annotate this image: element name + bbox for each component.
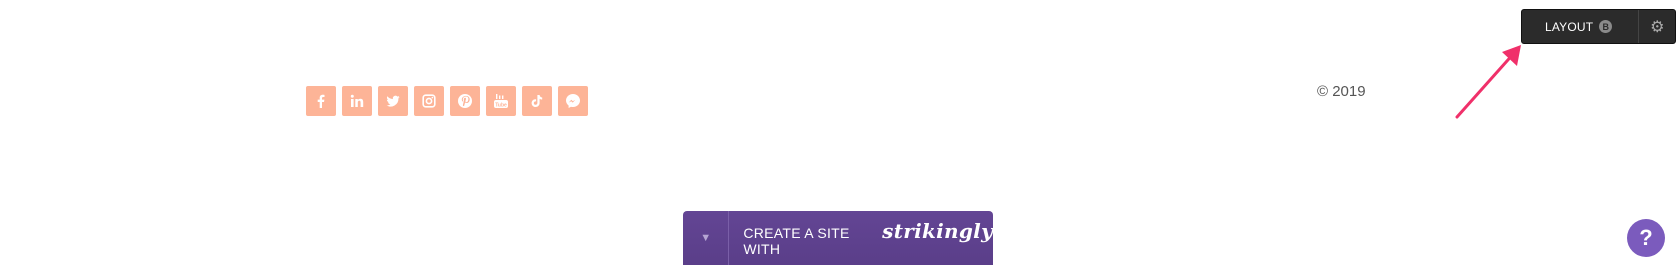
tiktok-icon[interactable] [522, 86, 552, 116]
layout-control: LAYOUT B ⚙ [1521, 9, 1676, 44]
page: LAYOUT B ⚙ Tube © 2019 ▼ CREATE A SITE W… [0, 0, 1676, 265]
create-site-text: CREATE A SITE WITH [743, 225, 850, 257]
caret-down-icon: ▼ [700, 232, 712, 244]
gear-icon: ⚙ [1650, 18, 1665, 36]
help-button[interactable]: ? [1627, 219, 1665, 257]
youtube-icon[interactable]: Tube [486, 86, 516, 116]
messenger-icon[interactable] [558, 86, 588, 116]
social-icons: Tube [306, 86, 588, 116]
layout-button[interactable]: LAYOUT B [1522, 10, 1640, 43]
twitter-icon[interactable] [378, 86, 408, 116]
create-site-link[interactable]: CREATE A SITE WITH strikingly [729, 219, 993, 257]
strikingly-logo: strikingly [882, 219, 993, 243]
pinterest-icon[interactable] [450, 86, 480, 116]
banner-toggle-button[interactable]: ▼ [683, 211, 730, 265]
instagram-icon[interactable] [414, 86, 444, 116]
svg-text:Tube: Tube [495, 103, 507, 109]
copyright-text: © 2019 [1317, 83, 1366, 100]
create-site-banner[interactable]: ▼ CREATE A SITE WITH strikingly [683, 211, 993, 265]
facebook-icon[interactable] [306, 86, 336, 116]
linkedin-icon[interactable] [342, 86, 372, 116]
layout-label: LAYOUT [1545, 19, 1594, 34]
layout-badge: B [1599, 20, 1613, 33]
settings-button[interactable]: ⚙ [1639, 10, 1675, 43]
pointer-arrow-icon [1455, 45, 1521, 119]
